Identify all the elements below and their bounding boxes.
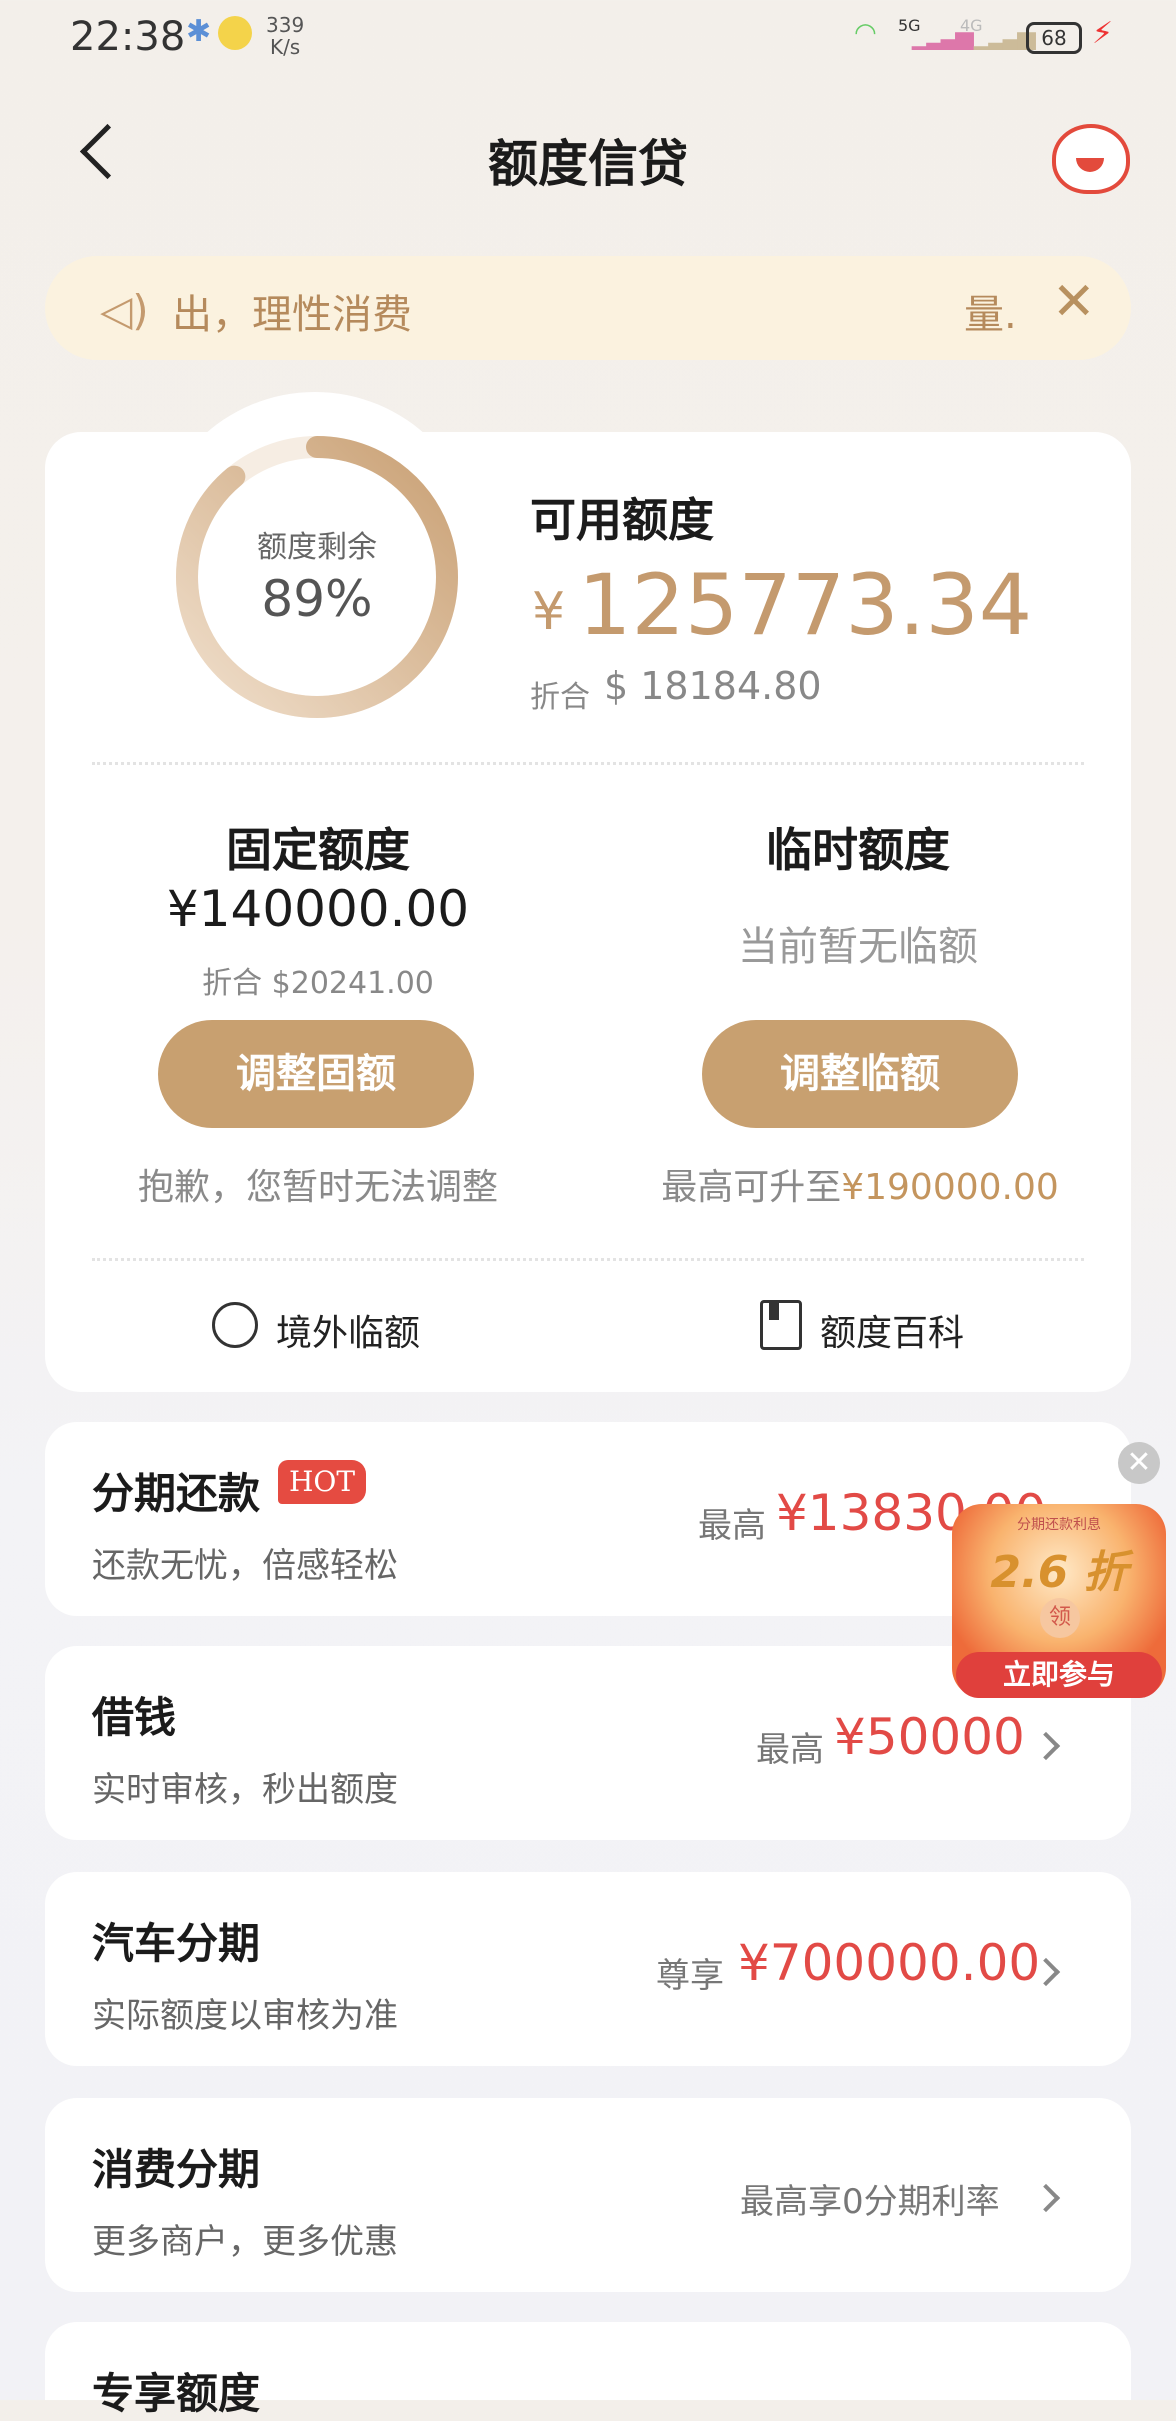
hot-badge: HOT [278,1460,366,1504]
book-icon [760,1300,802,1350]
promo-claim-badge: 领 [1040,1598,1080,1638]
page-title: 额度信贷 [488,135,688,193]
adjust-fixed-limit-button[interactable]: 调整固额 [158,1020,474,1128]
ring-percent: 89% [261,570,373,628]
service-amount: ¥700000.00 [738,1934,1041,1992]
service-title: 消费分期 [92,2145,261,2194]
network-speed: 339 K/s [266,14,304,58]
notice-text: 出，理性消费 [172,292,412,338]
service-amount-prefix: 最高享0分期利率 [740,2182,1000,2222]
service-subtitle: 实时审核，秒出额度 [92,1770,398,1810]
usd-equivalent-label: 折合 [530,680,590,715]
service-title: 分期还款 [92,1469,261,1518]
temp-limit-status: 当前暂无临额 [738,924,978,970]
temp-limit-title: 临时额度 [766,823,950,877]
service-subtitle: 更多商户，更多优惠 [92,2222,398,2262]
promo-rate: 2.6 折 [990,1547,1128,1598]
notice-text-tail: 量. [964,292,1017,338]
globe-icon [212,1302,258,1348]
speaker-icon: ◁) [100,286,149,335]
divider [92,1258,1084,1261]
adjust-temp-limit-button[interactable]: 调整临额 [702,1020,1018,1128]
service-subtitle: 还款无忧，倍感轻松 [92,1546,398,1586]
temp-limit-note-prefix: 最高可升至 [661,1167,842,1208]
battery-indicator: 68 [1026,22,1082,54]
fixed-limit-note: 抱歉，您暂时无法调整 [137,1167,498,1208]
temp-limit-note: 最高可升至¥190000.00 [590,1158,1130,1210]
charging-icon: ⚡ [1092,16,1114,51]
fixed-limit-title: 固定额度 [226,823,410,877]
currency-symbol: ¥ [532,582,566,642]
wifi-icon: ◠ [854,18,877,48]
service-subtitle: 实际额度以审核为准 [92,1996,398,2036]
service-amount-prefix: 最高 [756,1730,824,1770]
ring-label: 额度剩余 [257,530,377,565]
service-title: 借钱 [92,1693,177,1742]
close-icon[interactable]: ✕ [1052,276,1096,328]
notification-icon [218,16,252,50]
promo-join-button[interactable]: 立即参与 [956,1652,1162,1698]
available-limit-label: 可用额度 [530,493,714,547]
divider [92,762,1084,765]
signal-icon-2: ▁▂▃▅ [974,22,1036,50]
service-amount-prefix: 尊享 [656,1956,724,1996]
available-limit-value: 125773.34 [578,556,1033,654]
service-amount-prefix: 最高 [698,1506,766,1546]
temp-limit-note-amount: ¥190000.00 [841,1167,1059,1208]
usd-equivalent-value: $ 18184.80 [604,664,822,708]
promo-top-text: 分期还款利息 [1017,1517,1101,1533]
service-title: 专享额度 [92,2369,261,2418]
fixed-limit-usd: 折合 $20241.00 [202,966,434,1001]
fixed-limit-value: ¥140000.00 [166,880,470,938]
status-time: 22:38 [70,14,186,60]
bluetooth-icon: ✱ [186,14,212,49]
promo-close-icon[interactable]: ✕ [1118,1442,1160,1484]
network-speed-unit: K/s [269,35,301,59]
network-speed-value: 339 [266,13,305,37]
overseas-temp-limit-link[interactable]: 境外临额 [276,1304,420,1356]
service-title: 汽车分期 [92,1919,261,1968]
service-amount: ¥50000 [834,1708,1025,1766]
limit-encyclopedia-link[interactable]: 额度百科 [820,1304,964,1356]
mascot-avatar-icon[interactable] [1052,124,1130,194]
